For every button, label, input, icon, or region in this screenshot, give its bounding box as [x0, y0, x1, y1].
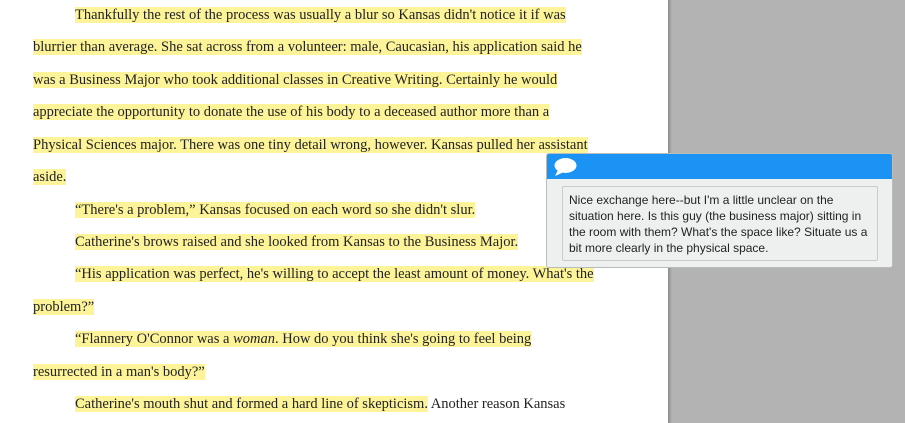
text-line: aside. — [33, 167, 67, 187]
highlighted-text[interactable]: “There's a problem,” Kansas focused on e… — [75, 202, 476, 218]
highlighted-text[interactable]: “Flannery O'Connor was a woman. How do y… — [75, 331, 532, 347]
text-line: “There's a problem,” Kansas focused on e… — [75, 200, 476, 220]
text-line: Catherine's brows raised and she looked … — [75, 232, 519, 252]
highlighted-text[interactable]: was a Business Major who took additional… — [33, 72, 558, 88]
highlighted-text[interactable]: Catherine's mouth shut and formed a hard… — [75, 396, 428, 412]
highlighted-text[interactable]: Thankfully the rest of the process was u… — [75, 7, 566, 23]
highlighted-text[interactable]: blurrier than average. She sat across fr… — [33, 39, 582, 55]
text-run: . How do you think she's going to feel b… — [274, 331, 532, 347]
text-run: “Flannery O'Connor was a — [75, 331, 234, 347]
text-line: Physical Sciences major. There was one t… — [33, 135, 588, 155]
highlighted-text[interactable]: aside. — [33, 169, 67, 185]
text-line: appreciate the opportunity to donate the… — [33, 102, 550, 122]
highlighted-text[interactable]: Catherine's brows raised and she looked … — [75, 234, 519, 250]
text-line: was a Business Major who took additional… — [33, 70, 558, 90]
text-line: Thankfully the rest of the process was u… — [75, 5, 566, 25]
emphasized-text: woman — [233, 331, 275, 347]
text-line: blurrier than average. She sat across fr… — [33, 37, 582, 57]
highlighted-text[interactable]: appreciate the opportunity to donate the… — [33, 104, 550, 120]
text-line: “Flannery O'Connor was a woman. How do y… — [75, 329, 532, 349]
text-line: Catherine's mouth shut and formed a hard… — [75, 394, 565, 414]
highlighted-text[interactable]: resurrected in a man's body?” — [33, 364, 205, 380]
text-line: problem?” — [33, 297, 95, 317]
text-line: “His application was perfect, he's willi… — [75, 264, 594, 284]
text-line: resurrected in a man's body?” — [33, 362, 205, 382]
comment-text[interactable]: Nice exchange here--but I'm a little unc… — [562, 186, 878, 261]
highlighted-text[interactable]: problem?” — [33, 299, 95, 315]
comment-card[interactable]: Nice exchange here--but I'm a little unc… — [546, 153, 893, 268]
speech-bubble-icon — [554, 158, 577, 176]
comment-header[interactable] — [547, 154, 892, 179]
plain-text: Another reason Kansas — [427, 396, 566, 412]
highlighted-text[interactable]: Physical Sciences major. There was one t… — [33, 137, 588, 153]
highlighted-text[interactable]: “His application was perfect, he's willi… — [75, 266, 594, 282]
